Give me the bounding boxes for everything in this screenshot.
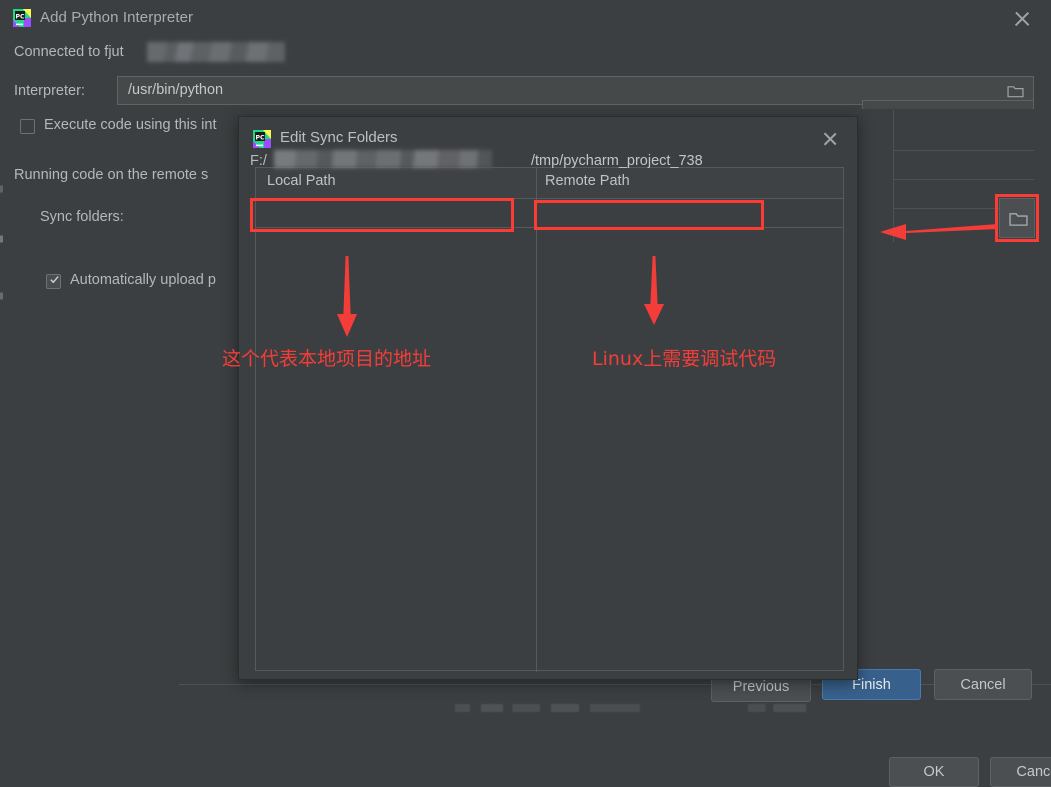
ok-button[interactable]: OK bbox=[889, 757, 979, 787]
background-window-titlebar: PC Add Python Interpreter bbox=[0, 0, 1051, 38]
execute-code-label: Execute code using this int bbox=[44, 117, 217, 133]
execute-code-checkbox[interactable] bbox=[20, 119, 35, 134]
check-icon bbox=[50, 276, 59, 284]
pycharm-icon: PC bbox=[12, 8, 32, 28]
annotation-arrow-left bbox=[880, 224, 998, 240]
pycharm-icon: PC bbox=[252, 129, 272, 149]
background-field-top-edge bbox=[862, 100, 1034, 109]
remote-path-value: /tmp/pycharm_project_738 bbox=[531, 153, 703, 169]
close-icon[interactable] bbox=[1011, 8, 1033, 30]
column-header-local-path[interactable]: Local Path bbox=[267, 173, 336, 189]
connected-status-label: Connected to fjut bbox=[14, 44, 124, 60]
dialog-title: Edit Sync Folders bbox=[280, 129, 398, 146]
running-code-note: Running code on the remote s bbox=[14, 167, 209, 183]
close-icon[interactable] bbox=[820, 129, 840, 149]
table-header-row: Local Path Remote Path bbox=[256, 168, 843, 199]
cancel-button[interactable]: Cancel bbox=[934, 669, 1032, 700]
dialog-cancel-button[interactable]: Cancel bbox=[990, 757, 1051, 787]
sync-folders-label: Sync folders: bbox=[40, 209, 124, 225]
column-header-remote-path[interactable]: Remote Path bbox=[545, 173, 630, 189]
annotation-local-note: 这个代表本地项目的地址 bbox=[222, 348, 432, 370]
bottom-clipped-text-artifact-2 bbox=[748, 704, 806, 712]
auto-upload-checkbox[interactable] bbox=[46, 274, 61, 289]
interpreter-value: /usr/bin/python bbox=[128, 82, 224, 98]
annotation-arrow-remote bbox=[644, 256, 664, 325]
svg-text:PC: PC bbox=[15, 13, 25, 20]
folder-icon[interactable] bbox=[1007, 84, 1024, 98]
interpreter-label: Interpreter: bbox=[14, 83, 85, 99]
annotation-remote-note: Linux上需要调试代码 bbox=[592, 348, 777, 370]
window-left-edge-artifact bbox=[0, 0, 3, 713]
page-title: Add Python Interpreter bbox=[40, 9, 194, 26]
browse-button-highlight bbox=[995, 194, 1039, 242]
annotation-arrow-local bbox=[337, 256, 357, 337]
bottom-clipped-text-artifact bbox=[455, 704, 640, 712]
local-path-value: F:/ bbox=[250, 153, 267, 169]
local-path-highlight bbox=[250, 198, 514, 232]
remote-path-highlight bbox=[534, 200, 764, 230]
local-path-redacted bbox=[274, 150, 492, 168]
svg-text:PC: PC bbox=[255, 134, 265, 141]
sync-folders-table: Local Path Remote Path bbox=[255, 167, 844, 672]
auto-upload-label: Automatically upload p bbox=[70, 272, 216, 288]
column-divider[interactable] bbox=[536, 168, 537, 672]
connected-host-redacted bbox=[147, 42, 285, 62]
